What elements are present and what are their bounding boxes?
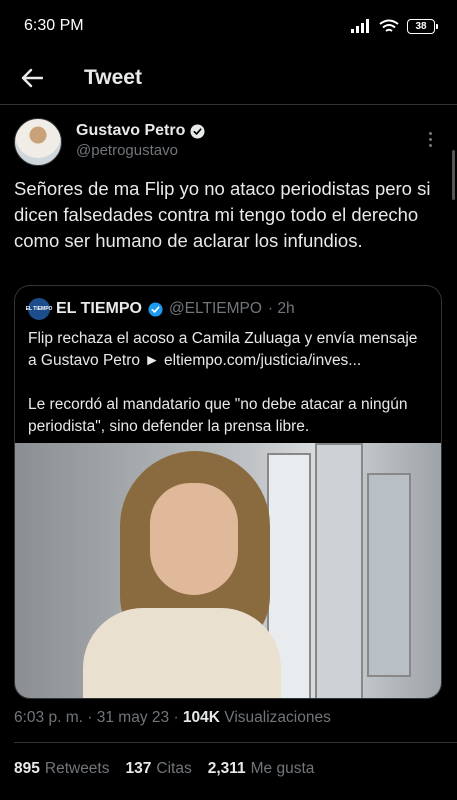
retweets-stat[interactable]: 895 Retweets [14, 760, 110, 778]
quoted-time: · 2h [267, 300, 295, 317]
quoted-text: Flip rechaza el acoso a Camila Zuluaga y… [28, 328, 428, 438]
author-name: Gustavo Petro [76, 122, 186, 139]
verified-badge-icon [148, 301, 163, 317]
status-bar: 6:30 PM 38 [0, 0, 457, 52]
signal-icon [351, 19, 369, 33]
meta-separator: · [87, 709, 93, 726]
quotes-label: Citas [156, 760, 192, 777]
header-divider [0, 104, 457, 105]
quotes-stat[interactable]: 137 Citas [126, 760, 192, 778]
battery-icon: 38 [407, 18, 438, 34]
author-name-row[interactable]: Gustavo Petro [76, 122, 205, 140]
photo-person-body [83, 608, 281, 698]
page-title: Tweet [84, 66, 142, 89]
photo-person-face [150, 483, 238, 595]
author-avatar[interactable] [14, 118, 62, 166]
retweets-label: Retweets [44, 760, 110, 777]
quoted-handle: @ELTIEMPO [168, 300, 262, 317]
likes-label: Me gusta [250, 760, 315, 777]
status-time: 6:30 PM [24, 17, 84, 34]
status-icons: 38 [351, 18, 438, 34]
quotes-count: 137 [125, 760, 152, 777]
top-bar: Tweet [0, 52, 457, 104]
quoted-paragraph: Flip rechaza el acoso a Camila Zuluaga y… [28, 330, 418, 369]
tweet-author: Gustavo Petro @petrogustavo [14, 118, 444, 170]
quoted-tweet-header: EL TIEMPO EL TIEMPO @ELTIEMPO · 2h [26, 298, 295, 320]
quoted-paragraph: Le recordó al mandatario que "no debe at… [28, 396, 408, 435]
quoted-name: EL TIEMPO [56, 300, 142, 317]
meta-divider [14, 742, 457, 743]
tweet-date: 31 may 23 [96, 709, 170, 726]
back-arrow-icon [21, 68, 43, 88]
quoted-avatar: EL TIEMPO [26, 298, 52, 320]
tweet-meta: 6:03 p. m. · 31 may 23 · 104K Visualizac… [14, 709, 331, 727]
views-count: 104K [182, 709, 220, 726]
window-frame [315, 443, 363, 698]
likes-stat[interactable]: 2,311 Me gusta [208, 760, 315, 778]
tweet-time: 6:03 p. m. [14, 709, 83, 726]
quoted-photo[interactable] [15, 443, 441, 698]
more-options-icon[interactable] [420, 127, 440, 151]
meta-separator: · [173, 709, 179, 726]
wifi-icon [379, 19, 399, 32]
quoted-tweet[interactable]: EL TIEMPO EL TIEMPO @ELTIEMPO · 2h Flip … [14, 285, 442, 699]
scrollbar-thumb[interactable] [452, 150, 455, 200]
back-button[interactable] [0, 56, 64, 100]
likes-count: 2,311 [207, 760, 246, 777]
verified-badge-icon [190, 123, 205, 139]
window-frame [367, 473, 411, 677]
tweet-stats: 895 Retweets 137 Citas 2,311 Me gusta [14, 760, 314, 778]
tweet-text: Señores de ma Flip yo no ataco periodist… [14, 178, 431, 251]
retweets-count: 895 [14, 760, 40, 777]
author-handle: @petrogustavo [76, 142, 178, 159]
views-label[interactable]: Visualizaciones [224, 709, 331, 726]
